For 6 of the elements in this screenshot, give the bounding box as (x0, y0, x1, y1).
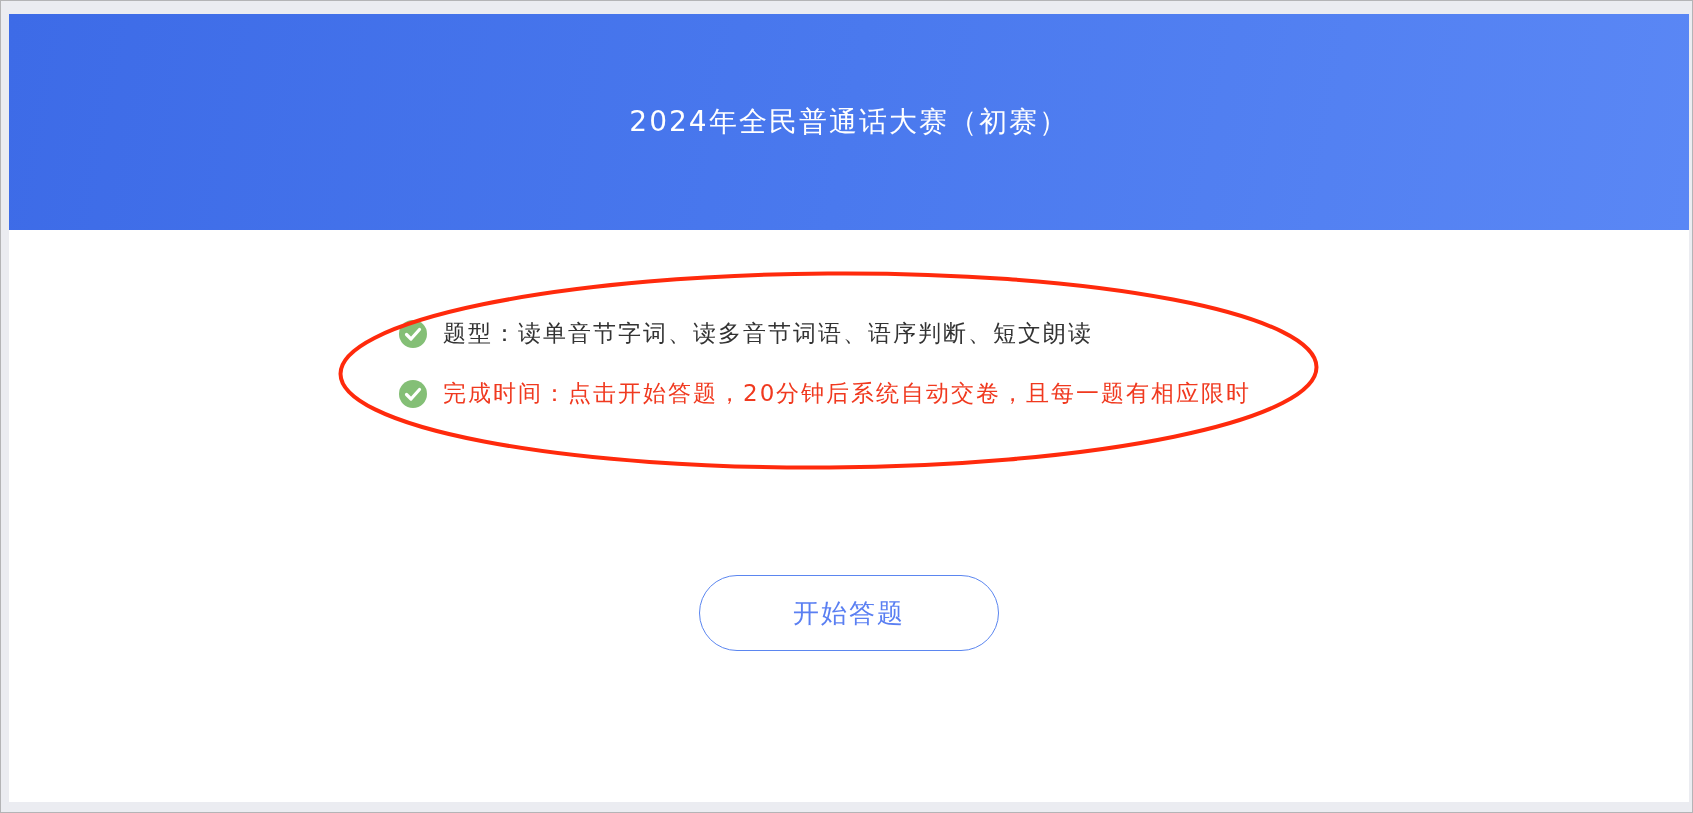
rule-text: 题型：读单音节字词、读多音节词语、语序判断、短文朗读 (443, 319, 1093, 349)
check-icon (399, 320, 427, 348)
highlighted-rule-text: 完成时间：点击开始答题，20分钟后系统自动交卷，且每一题有相应限时 (443, 379, 1252, 409)
start-button[interactable]: 开始答题 (699, 575, 999, 651)
check-icon (399, 380, 427, 408)
page-title: 2024年全民普通话大赛（初赛） (629, 105, 1069, 139)
